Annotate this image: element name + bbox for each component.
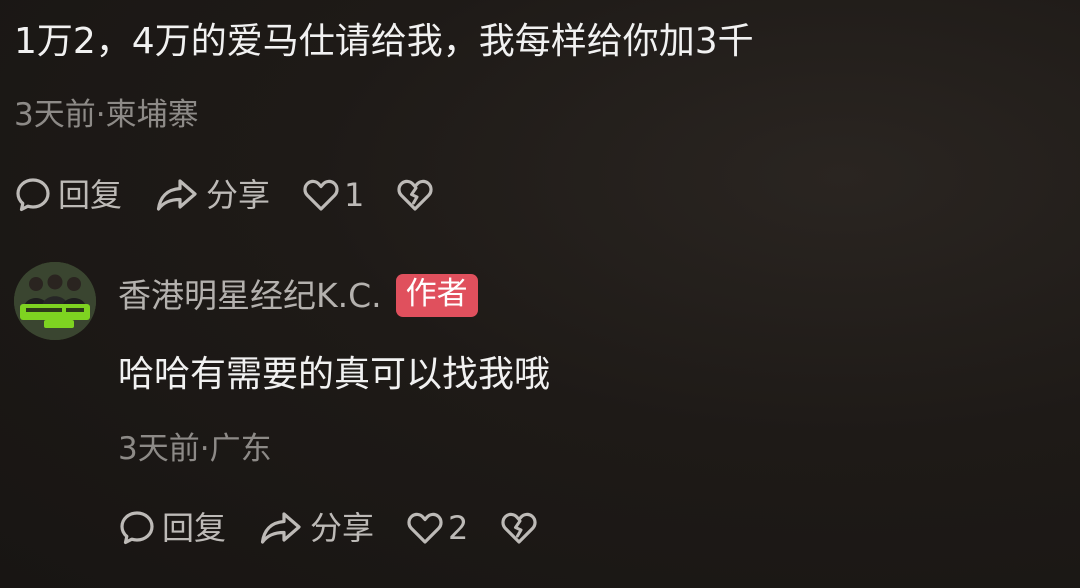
like-count: 2 xyxy=(448,509,469,547)
share-button[interactable]: 分享 xyxy=(258,509,374,547)
author-badge: 作者 xyxy=(395,274,478,317)
like-button[interactable]: 1 xyxy=(302,177,364,213)
comment-text: 哈哈有需要的真可以找我哦 xyxy=(118,354,551,395)
broken-heart-icon xyxy=(396,177,434,213)
dislike-button[interactable] xyxy=(396,177,434,213)
like-count: 1 xyxy=(344,176,365,214)
like-button[interactable]: 2 xyxy=(406,510,468,546)
share-arrow-icon xyxy=(154,176,200,214)
comment-meta: 3天前·广东 xyxy=(118,431,272,467)
comment-text: 1万2，4万的爱马仕请给我，我每样给你加3千 xyxy=(14,21,754,62)
user-avatar[interactable] xyxy=(14,262,96,340)
broken-heart-icon xyxy=(500,510,538,546)
username-row: 香港明星经纪K.C. 作者 xyxy=(118,274,478,317)
speech-bubble-icon xyxy=(118,509,156,547)
speech-bubble-icon xyxy=(14,176,52,214)
comment-meta: 3天前·柬埔寨 xyxy=(14,97,199,133)
share-button[interactable]: 分享 xyxy=(154,176,270,214)
dislike-button[interactable] xyxy=(500,510,538,546)
heart-icon xyxy=(302,177,340,213)
share-label: 分享 xyxy=(206,176,271,214)
reply-label: 回复 xyxy=(162,509,227,547)
share-arrow-icon xyxy=(258,509,304,547)
comment-actions: 回复 分享 2 xyxy=(118,509,570,547)
comment-actions: 回复 分享 1 xyxy=(14,176,466,214)
heart-icon xyxy=(406,510,444,546)
reply-button[interactable]: 回复 xyxy=(14,176,122,214)
share-label: 分享 xyxy=(310,509,375,547)
username[interactable]: 香港明星经纪K.C. xyxy=(118,279,382,312)
reply-label: 回复 xyxy=(58,176,123,214)
reply-button[interactable]: 回复 xyxy=(118,509,226,547)
